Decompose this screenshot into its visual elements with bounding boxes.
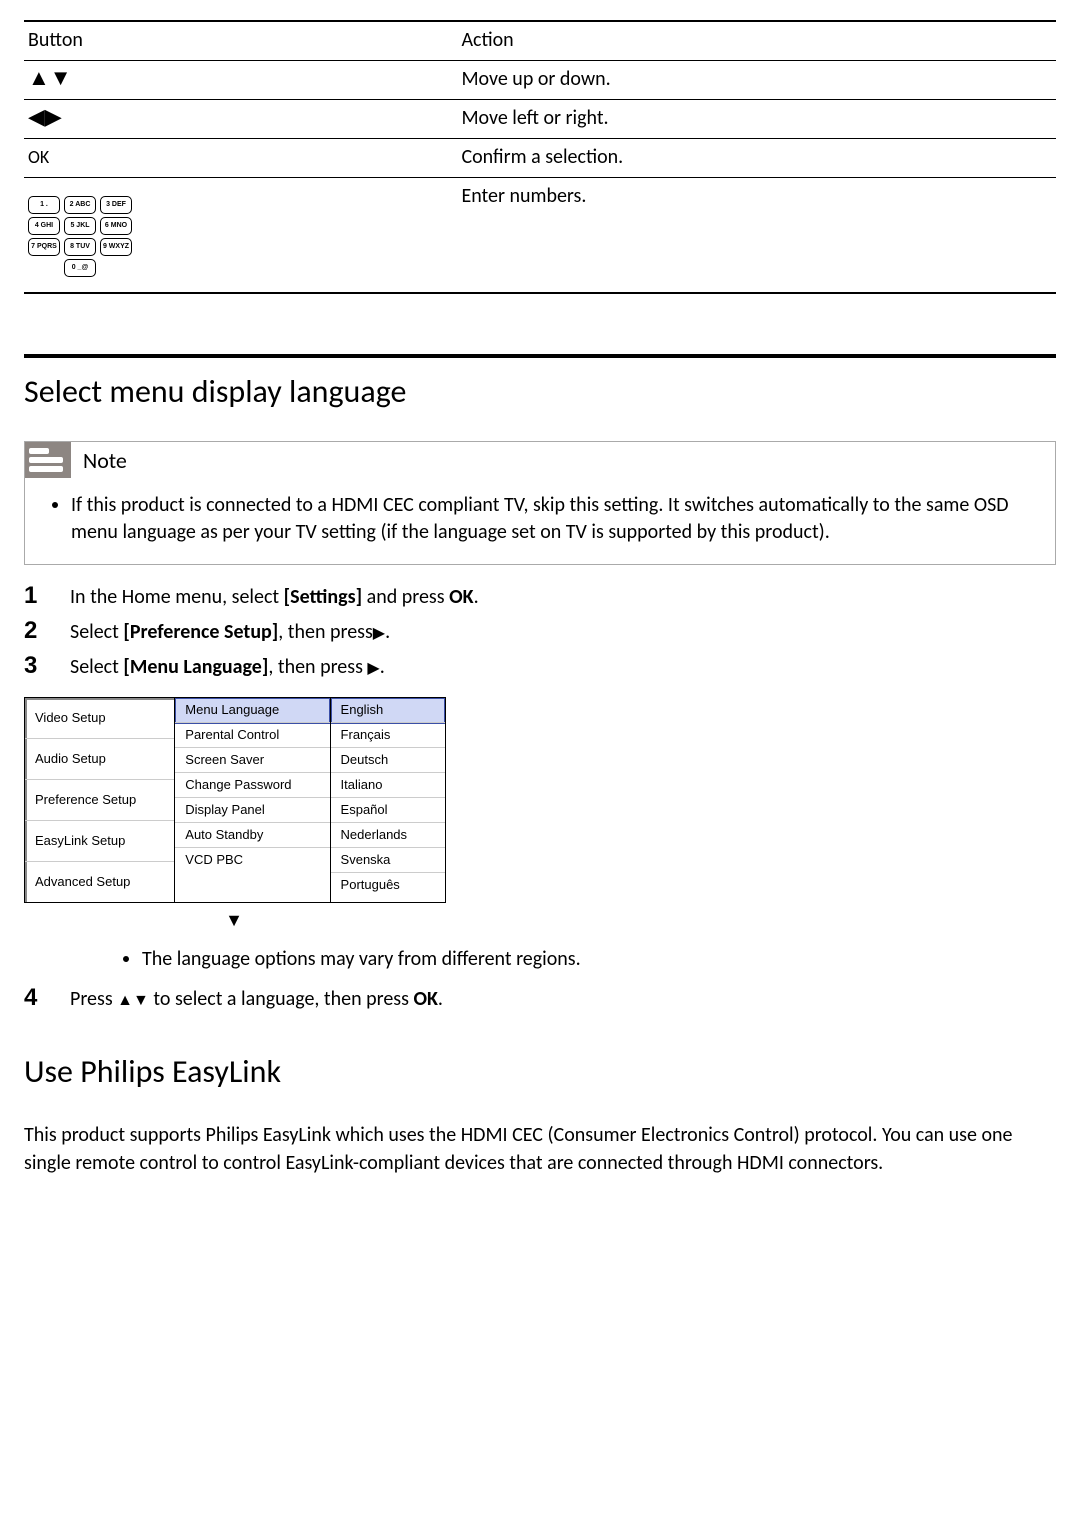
right-arrow-icon: ▶ <box>373 624 385 643</box>
osd-item: Preference Setup <box>25 780 174 821</box>
button-cell-updown: ▲▼ <box>24 61 457 100</box>
steps-list: 4 Press ▲▼ to select a language, then pr… <box>24 981 1056 1016</box>
osd-menu-screenshot: Video Setup Audio Setup Preference Setup… <box>24 697 446 903</box>
button-action-table: Button Action ▲▼ Move up or down. ◀▶ Mov… <box>24 20 1056 294</box>
osd-item: Menu Language <box>175 698 329 723</box>
osd-item: Display Panel <box>175 798 329 823</box>
osd-item: Svenska <box>331 848 445 873</box>
osd-down-caret-icon: ▼ <box>24 911 444 929</box>
note-header: Note <box>25 442 1055 478</box>
note-label: Note <box>83 447 127 474</box>
osd-item: VCD PBC <box>175 848 329 872</box>
osd-item: Audio Setup <box>25 739 174 780</box>
left-right-icon: ◀▶ <box>28 103 62 130</box>
osd-item: Français <box>331 723 445 748</box>
note-text: If this product is connected to a HDMI C… <box>71 492 1037 546</box>
steps-list: 1 In the Home menu, select [Settings] an… <box>24 579 1056 683</box>
osd-item: Screen Saver <box>175 748 329 773</box>
step-3: 3 Select [Menu Language], then press ▶. <box>24 649 1056 684</box>
step-2: 2 Select [Preference Setup], then press▶… <box>24 614 1056 649</box>
action-cell: Enter numbers. <box>457 178 1056 294</box>
osd-left-column: Video Setup Audio Setup Preference Setup… <box>25 698 175 902</box>
osd-item: Português <box>331 873 445 897</box>
button-cell-leftright: ◀▶ <box>24 100 457 139</box>
section-title-easylink: Use Philips EasyLink <box>24 1052 1056 1091</box>
table-header-button: Button <box>24 21 457 61</box>
osd-item: Español <box>331 798 445 823</box>
button-cell-ok: OK <box>24 139 457 178</box>
sub-bullet: The language options may vary from diffe… <box>24 947 1056 971</box>
numeric-keypad-icon: 1 . 2 ABC 3 DEF 4 GHI 5 JKL 6 MNO 7 PQRS… <box>28 196 132 280</box>
osd-item: English <box>331 698 445 723</box>
note-icon-bg <box>25 442 71 478</box>
osd-item: Deutsch <box>331 748 445 773</box>
right-arrow-icon: ▶ <box>367 659 379 678</box>
osd-item: Change Password <box>175 773 329 798</box>
osd-item: Parental Control <box>175 723 329 748</box>
step-4: 4 Press ▲▼ to select a language, then pr… <box>24 981 1056 1016</box>
easylink-paragraph: This product supports Philips EasyLink w… <box>24 1121 1056 1177</box>
language-options-note: The language options may vary from diffe… <box>142 947 1056 971</box>
up-down-icon: ▲▼ <box>117 991 149 1010</box>
section-divider <box>24 354 1056 358</box>
action-cell: Move left or right. <box>457 100 1056 139</box>
table-header-action: Action <box>457 21 1056 61</box>
action-cell: Move up or down. <box>457 61 1056 100</box>
osd-right-column: English Français Deutsch Italiano Españo… <box>331 698 445 902</box>
osd-middle-column: Menu Language Parental Control Screen Sa… <box>175 698 330 902</box>
up-down-icon: ▲▼ <box>28 64 72 91</box>
osd-item: Advanced Setup <box>25 862 174 902</box>
osd-item: Nederlands <box>331 823 445 848</box>
osd-item: EasyLink Setup <box>25 821 174 862</box>
note-body: If this product is connected to a HDMI C… <box>25 478 1055 564</box>
step-1: 1 In the Home menu, select [Settings] an… <box>24 579 1056 614</box>
button-cell-keypad: 1 . 2 ABC 3 DEF 4 GHI 5 JKL 6 MNO 7 PQRS… <box>24 178 457 294</box>
note-icon <box>29 448 63 472</box>
osd-item: Italiano <box>331 773 445 798</box>
action-cell: Confirm a selection. <box>457 139 1056 178</box>
note-box: Note If this product is connected to a H… <box>24 441 1056 565</box>
osd-item: Auto Standby <box>175 823 329 848</box>
osd-item: Video Setup <box>25 698 174 739</box>
section-title-language: Select menu display language <box>24 372 1056 411</box>
